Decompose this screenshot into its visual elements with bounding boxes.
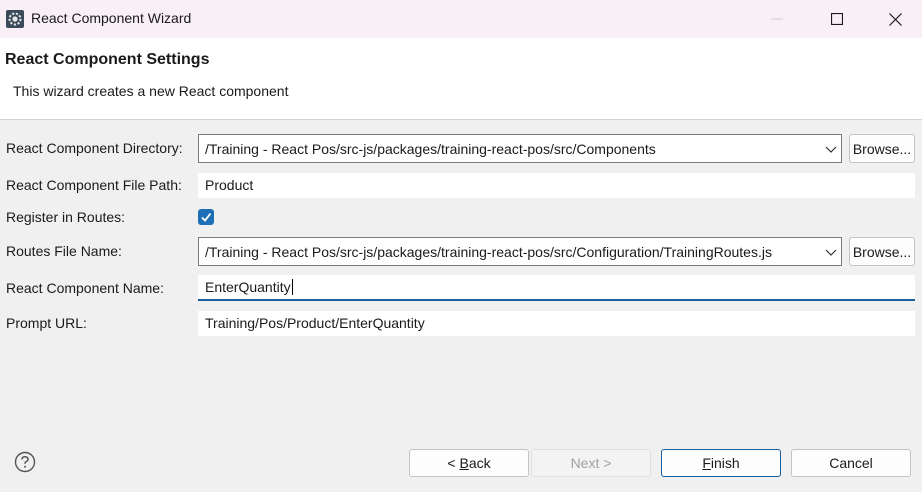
page-description: This wizard creates a new React componen…	[13, 83, 289, 99]
back-mnemonic: B	[459, 455, 469, 471]
text-caret	[291, 279, 293, 295]
component-name-label: React Component Name:	[6, 280, 164, 296]
help-button[interactable]	[14, 451, 36, 473]
component-directory-label: React Component Directory:	[6, 140, 183, 156]
window-title: React Component Wizard	[31, 10, 192, 26]
form-area	[0, 121, 922, 421]
back-button[interactable]: < Back	[409, 449, 529, 477]
routes-file-value: /Training - React Pos/src-js/packages/tr…	[205, 244, 772, 260]
prompt-url-value: Training/Pos/Product/EnterQuantity	[205, 315, 425, 331]
finish-button[interactable]: Finish	[661, 449, 781, 477]
chevron-down-icon	[825, 249, 837, 256]
routes-file-combo[interactable]: /Training - React Pos/src-js/packages/tr…	[198, 237, 842, 266]
finish-label-rest: inish	[710, 455, 740, 471]
back-prefix: <	[447, 455, 460, 471]
file-path-value: Product	[205, 177, 254, 193]
page-title: React Component Settings	[5, 51, 210, 68]
component-name-input[interactable]: EnterQuantity	[198, 275, 915, 301]
cancel-button[interactable]: Cancel	[791, 449, 911, 477]
next-button[interactable]: Next >	[531, 449, 651, 477]
app-gear-icon	[5, 9, 25, 29]
component-directory-combo[interactable]: /Training - React Pos/src-js/packages/tr…	[198, 134, 842, 163]
component-name-value: EnterQuantity	[205, 279, 291, 295]
browse-routes-button[interactable]: Browse...	[849, 237, 915, 266]
maximize-button[interactable]	[808, 0, 866, 38]
file-path-label: React Component File Path:	[6, 177, 182, 193]
prompt-url-input[interactable]: Training/Pos/Product/EnterQuantity	[198, 311, 915, 336]
wizard-header: React Component Settings This wizard cre…	[0, 38, 922, 120]
title-bar: React Component Wizard	[0, 0, 922, 38]
minimize-icon	[771, 18, 783, 20]
prompt-url-label: Prompt URL:	[6, 315, 87, 331]
checkmark-icon	[201, 212, 212, 222]
maximize-icon	[831, 13, 843, 25]
close-icon	[888, 12, 902, 26]
chevron-down-icon	[825, 146, 837, 153]
close-button[interactable]	[866, 0, 922, 38]
minimize-button[interactable]	[748, 0, 806, 38]
register-routes-label: Register in Routes:	[6, 209, 126, 225]
file-path-input[interactable]: Product	[198, 173, 915, 198]
back-label-rest: ack	[468, 455, 491, 471]
component-directory-value: /Training - React Pos/src-js/packages/tr…	[205, 141, 656, 157]
help-icon	[14, 451, 36, 473]
register-routes-checkbox[interactable]	[198, 209, 214, 225]
finish-mnemonic: F	[702, 455, 711, 471]
browse-directory-button[interactable]: Browse...	[849, 134, 915, 163]
routes-file-label: Routes File Name:	[6, 243, 122, 259]
